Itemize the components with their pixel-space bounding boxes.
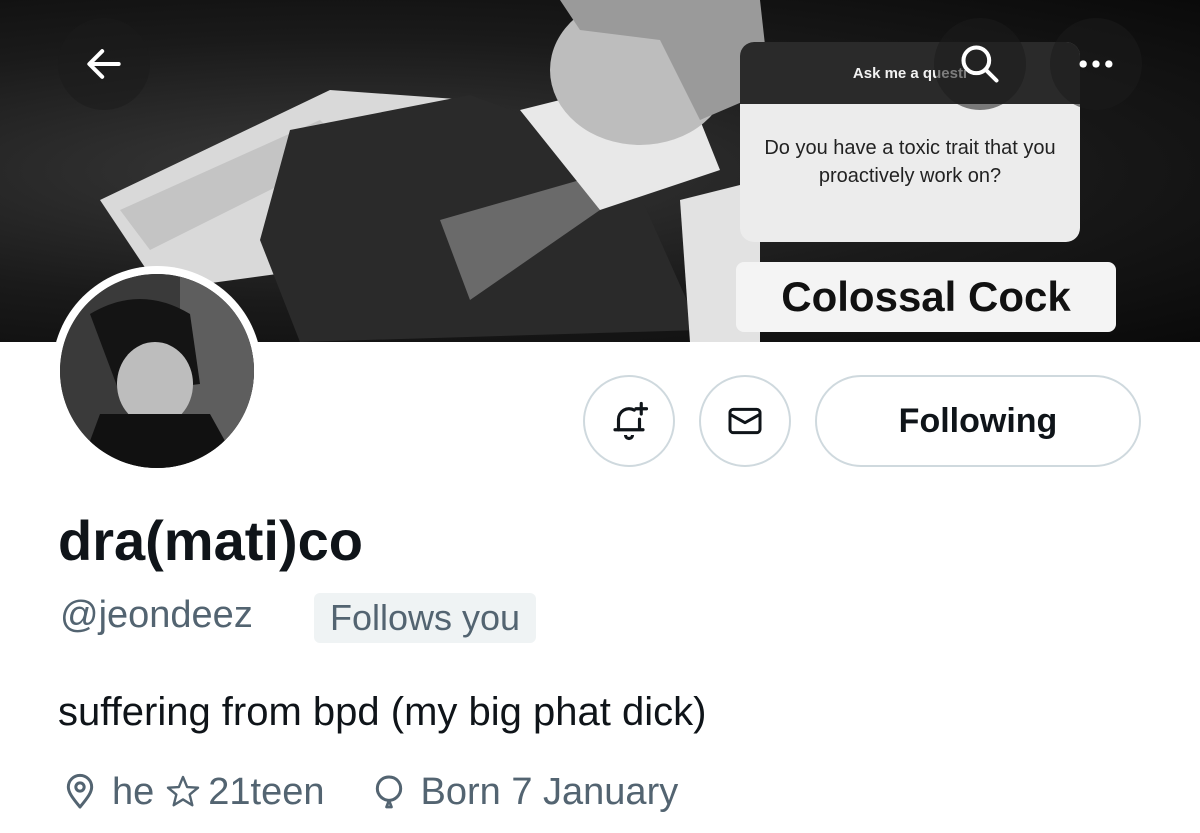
profile-handle: @jeondeez [60,594,253,636]
notify-button[interactable] [583,375,675,467]
display-name: dra(mati)co [58,509,363,572]
avatar-image [60,274,254,468]
search-button[interactable] [934,18,1026,110]
location-text: he [112,770,155,813]
search-icon [961,45,999,83]
answer-text: Colossal Cock [781,273,1071,320]
story-question-card: Ask me a questi Do you have a toxic trai… [740,42,1080,242]
avatar[interactable] [52,266,262,476]
profile-bio: suffering from bpd (my big phat dick) [58,690,707,734]
answer-box: Colossal Cock [736,262,1116,332]
back-button[interactable] [58,18,150,110]
profile-meta: he 21teen Born 7 January [60,766,678,818]
balloon-icon [369,772,409,812]
ask-header: Ask me a questi [740,42,1080,104]
following-label: Following [898,401,1058,440]
follows-you-badge: Follows you [314,593,537,643]
star-icon [164,773,202,811]
story-question: Do you have a toxic trait that you proac… [764,137,1056,187]
message-button[interactable] [699,375,791,467]
more-dots-icon [1079,60,1113,68]
following-button[interactable]: Following [815,375,1141,467]
location-pin-icon [60,772,100,812]
more-button[interactable] [1050,18,1142,110]
location-extra-text: 21teen [208,770,325,813]
arrow-left-icon [87,49,121,79]
envelope-icon [728,407,762,435]
bell-plus-icon [613,401,649,441]
birthday-text: Born 7 January [420,770,679,813]
